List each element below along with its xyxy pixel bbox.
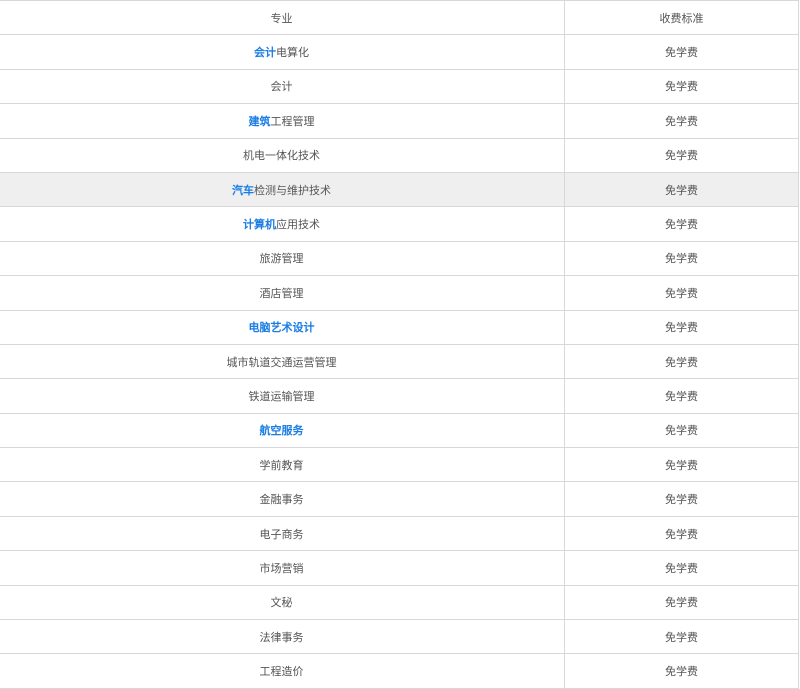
major-cell: 会计电算化 bbox=[0, 34, 565, 70]
fee-cell: 免学费 bbox=[564, 240, 799, 277]
major-link[interactable]: 航空服务 bbox=[260, 424, 304, 437]
major-cell: 文秘 bbox=[0, 584, 565, 621]
major-name: 检测与维护技术 bbox=[254, 183, 331, 197]
major-cell: 汽车检测与维护技术 bbox=[0, 171, 565, 208]
fee-cell: 免学费 bbox=[564, 103, 799, 139]
major-cell: 航空服务 bbox=[0, 412, 565, 449]
major-name: 铁道运输管理 bbox=[248, 389, 315, 403]
fee-cell: 免学费 bbox=[564, 34, 799, 70]
table-row: 电脑艺术设计 免学费 bbox=[0, 309, 799, 345]
table-row: 铁道运输管理 免学费 bbox=[0, 378, 799, 414]
major-cell: 城市轨道交通运营管理 bbox=[0, 343, 565, 380]
major-name: 机电一体化技术 bbox=[243, 149, 320, 163]
major-link[interactable]: 汽车 bbox=[232, 184, 254, 197]
table-row: 计算机应用技术 免学费 bbox=[0, 206, 799, 242]
major-cell: 建筑工程管理 bbox=[0, 103, 565, 139]
major-name: 旅游管理 bbox=[259, 252, 304, 266]
fee-cell: 免学费 bbox=[564, 309, 799, 345]
major-name: 金融事务 bbox=[259, 493, 304, 507]
major-cell: 旅游管理 bbox=[0, 240, 565, 277]
table-header-row: 专业 收费标准 bbox=[0, 0, 799, 36]
fee-table: 专业 收费标准 会计电算化 免学费 会计 免学费 建筑工程管理 免学费 机电一体… bbox=[0, 0, 799, 689]
major-cell: 酒店管理 bbox=[0, 275, 565, 311]
fee-cell: 免学费 bbox=[564, 171, 799, 208]
major-name: 学前教育 bbox=[259, 458, 304, 472]
major-cell: 会计 bbox=[0, 68, 565, 105]
major-cell: 计算机应用技术 bbox=[0, 206, 565, 242]
major-link[interactable]: 电脑艺术设计 bbox=[249, 321, 315, 334]
fee-cell: 免学费 bbox=[564, 653, 799, 689]
table-row: 会计 免学费 bbox=[0, 68, 799, 105]
major-cell: 电脑艺术设计 bbox=[0, 309, 565, 345]
fee-cell: 免学费 bbox=[564, 515, 799, 552]
major-name: 电算化 bbox=[276, 46, 309, 60]
table-row: 学前教育 免学费 bbox=[0, 447, 799, 483]
fee-cell: 免学费 bbox=[564, 206, 799, 242]
major-name: 城市轨道交通运营管理 bbox=[226, 355, 337, 369]
major-cell: 铁道运输管理 bbox=[0, 378, 565, 414]
major-cell: 市场营销 bbox=[0, 550, 565, 586]
table-row: 金融事务 免学费 bbox=[0, 481, 799, 517]
fee-cell: 免学费 bbox=[564, 550, 799, 586]
table-row: 工程造价 免学费 bbox=[0, 653, 799, 689]
table-row: 会计电算化 免学费 bbox=[0, 34, 799, 70]
fee-cell: 免学费 bbox=[564, 619, 799, 655]
major-name: 酒店管理 bbox=[259, 286, 304, 300]
major-cell: 工程造价 bbox=[0, 653, 565, 689]
major-cell: 法律事务 bbox=[0, 619, 565, 655]
major-link[interactable]: 计算机 bbox=[243, 218, 276, 231]
fee-cell: 免学费 bbox=[564, 343, 799, 380]
header-major: 专业 bbox=[0, 0, 565, 36]
header-fee: 收费标准 bbox=[564, 0, 799, 36]
table-row: 建筑工程管理 免学费 bbox=[0, 103, 799, 139]
major-cell: 金融事务 bbox=[0, 481, 565, 517]
major-name: 文秘 bbox=[270, 596, 293, 610]
fee-cell: 免学费 bbox=[564, 584, 799, 621]
major-cell: 学前教育 bbox=[0, 447, 565, 483]
major-name: 工程管理 bbox=[270, 114, 315, 128]
fee-cell: 免学费 bbox=[564, 137, 799, 173]
major-cell: 机电一体化技术 bbox=[0, 137, 565, 173]
major-name: 会计 bbox=[270, 80, 293, 94]
fee-cell: 免学费 bbox=[564, 412, 799, 449]
table-row-highlighted: 汽车检测与维护技术 免学费 bbox=[0, 171, 799, 208]
table-row: 市场营销 免学费 bbox=[0, 550, 799, 586]
table-row: 文秘 免学费 bbox=[0, 584, 799, 621]
table-row: 酒店管理 免学费 bbox=[0, 275, 799, 311]
major-link[interactable]: 建筑 bbox=[249, 115, 271, 128]
major-link[interactable]: 会计 bbox=[254, 46, 276, 59]
table-row: 机电一体化技术 免学费 bbox=[0, 137, 799, 173]
fee-cell: 免学费 bbox=[564, 275, 799, 311]
table-row: 城市轨道交通运营管理 免学费 bbox=[0, 343, 799, 380]
major-name: 电子商务 bbox=[259, 527, 304, 541]
major-name: 工程造价 bbox=[259, 665, 304, 679]
major-cell: 电子商务 bbox=[0, 515, 565, 552]
table-row: 旅游管理 免学费 bbox=[0, 240, 799, 277]
fee-cell: 免学费 bbox=[564, 378, 799, 414]
major-name: 法律事务 bbox=[259, 630, 304, 644]
table-row: 电子商务 免学费 bbox=[0, 515, 799, 552]
table-row: 航空服务 免学费 bbox=[0, 412, 799, 449]
fee-cell: 免学费 bbox=[564, 447, 799, 483]
major-name: 应用技术 bbox=[276, 218, 320, 232]
fee-cell: 免学费 bbox=[564, 68, 799, 105]
fee-cell: 免学费 bbox=[564, 481, 799, 517]
table-row: 法律事务 免学费 bbox=[0, 619, 799, 655]
major-name: 市场营销 bbox=[259, 561, 304, 575]
